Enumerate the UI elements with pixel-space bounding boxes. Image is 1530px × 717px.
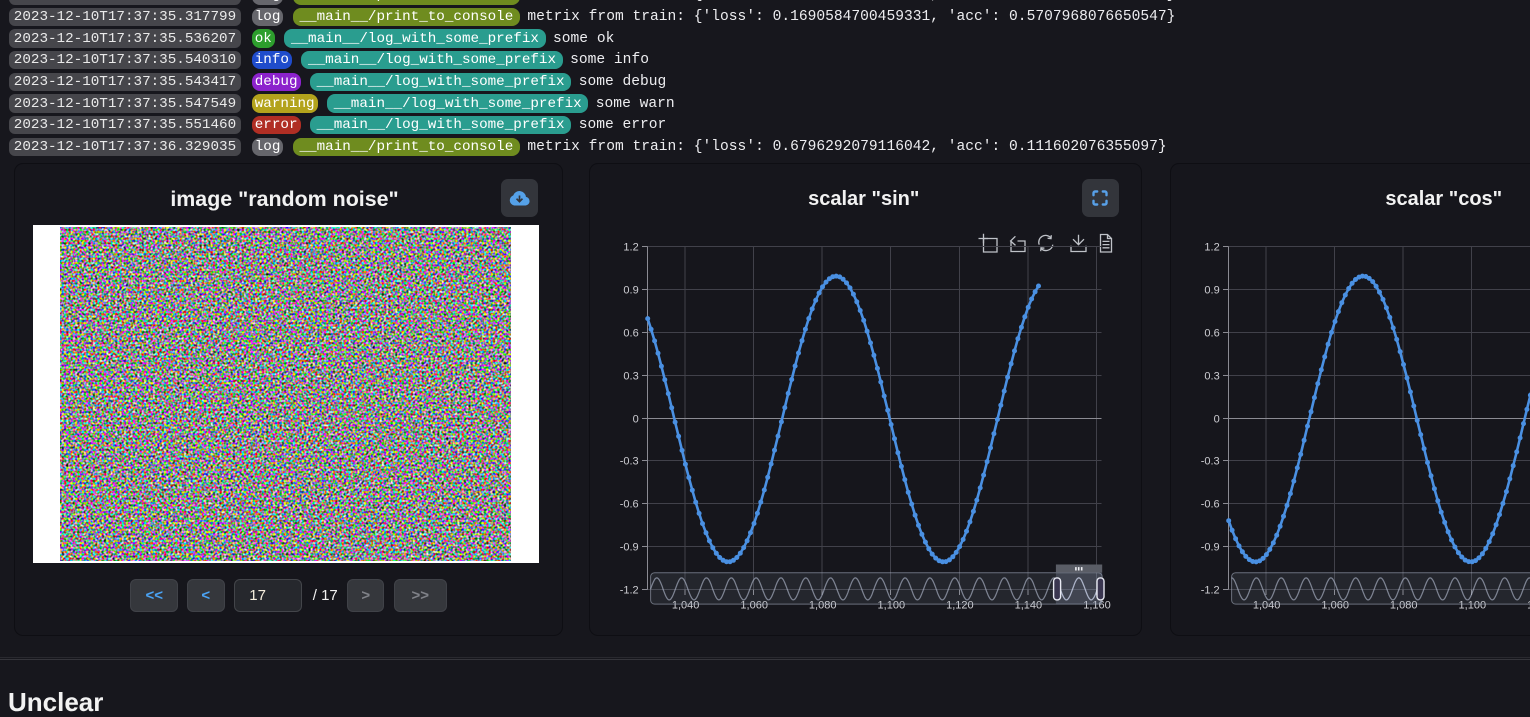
svg-text:-0.6: -0.6: [1200, 499, 1219, 511]
svg-text:-0.3: -0.3: [1200, 456, 1219, 468]
svg-text:0.9: 0.9: [1204, 285, 1219, 297]
svg-text:0.9: 0.9: [623, 285, 638, 297]
svg-text:-0.3: -0.3: [620, 456, 639, 468]
svg-text:0.3: 0.3: [623, 371, 638, 383]
svg-text:0.3: 0.3: [1204, 371, 1219, 383]
svg-text:1.2: 1.2: [1204, 242, 1219, 254]
svg-text:0: 0: [1213, 414, 1219, 426]
svg-text:0: 0: [633, 414, 639, 426]
svg-text:-0.9: -0.9: [620, 542, 639, 554]
svg-text:-1.2: -1.2: [620, 585, 639, 597]
svg-text:0.6: 0.6: [623, 328, 638, 340]
svg-text:0.6: 0.6: [1204, 328, 1219, 340]
svg-text:-0.9: -0.9: [1200, 542, 1219, 554]
svg-text:-1.2: -1.2: [1200, 585, 1219, 597]
svg-text:-0.6: -0.6: [620, 499, 639, 511]
svg-text:1.2: 1.2: [623, 242, 638, 254]
